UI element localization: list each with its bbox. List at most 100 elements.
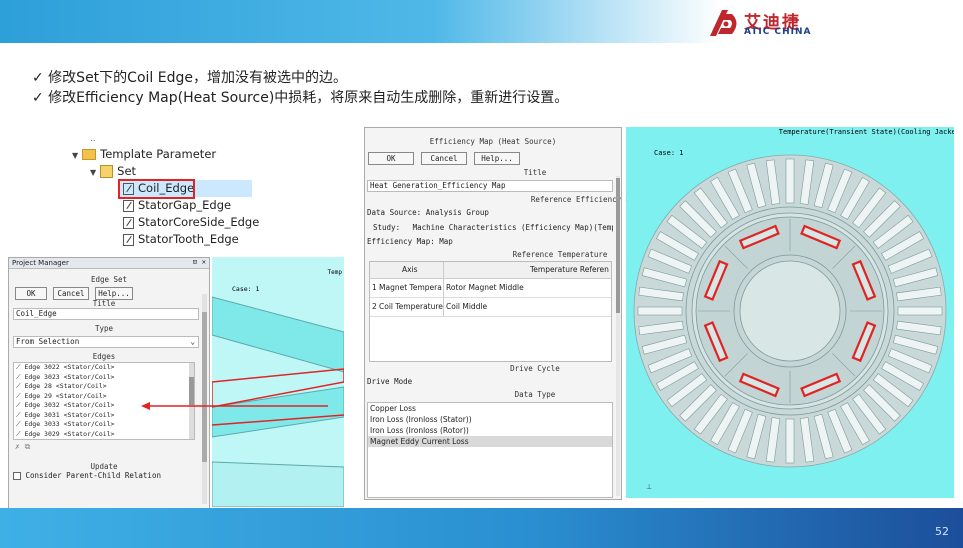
title-section-label: Title xyxy=(92,299,116,308)
list-tool-icons[interactable]: ✗ ⧉ xyxy=(15,442,30,452)
title-field[interactable]: Coil_Edge xyxy=(13,308,199,320)
stator-slot xyxy=(785,158,795,204)
edge-icon xyxy=(123,182,134,195)
tree-node-set[interactable]: ▼ Set xyxy=(90,163,136,180)
chevron-down-icon: ⌄ xyxy=(190,337,195,346)
table-row[interactable]: 1 Magnet Tempera Rotor Magnet Middle xyxy=(370,279,611,298)
stator-slot xyxy=(637,306,683,316)
tree-label: Template Parameter xyxy=(100,147,217,161)
edge-label: Edge 3032 <Stator/Coil> xyxy=(24,401,115,409)
panel-scrollbar[interactable] xyxy=(616,176,620,496)
checkbox-box[interactable] xyxy=(13,472,21,480)
expand-icon: ▼ xyxy=(90,168,97,177)
drive-mode-label: Drive Mode xyxy=(367,377,413,386)
table-header: Axis Temperature Referen xyxy=(370,262,611,279)
edge-icon xyxy=(123,216,134,229)
edge-list-item[interactable]: ⟋ Edge 3033 <Stator/Coil> xyxy=(14,420,194,430)
edge-label: Edge 29 <Stator/Coil> xyxy=(24,391,107,400)
parent-child-checkbox[interactable]: Consider Parent-Child Relation xyxy=(13,471,161,480)
type-select-value: From Selection xyxy=(16,337,80,346)
cancel-button[interactable]: Cancel xyxy=(421,152,467,165)
small-view-corner-label: Temp xyxy=(327,269,342,276)
row-ref[interactable]: Rotor Magnet Middle xyxy=(446,283,524,292)
edge-list-item[interactable]: ⟋ Edge 28 <Stator/Coil> xyxy=(14,382,194,392)
coil-shapes xyxy=(212,296,344,507)
study-row: Study: Machine Characteristics (Efficien… xyxy=(373,223,613,232)
shaft xyxy=(739,260,841,362)
tree-label: StatorCoreSide_Edge xyxy=(138,215,260,229)
edge-label: Edge 3023 <Stator/Coil> xyxy=(24,372,115,381)
type-section-label: Type xyxy=(94,324,114,333)
list-item-selected[interactable]: Magnet Eddy Current Loss xyxy=(368,436,612,447)
tree-label: StatorTooth_Edge xyxy=(138,232,239,246)
tree-ellipsis: .. xyxy=(90,134,96,144)
pin-icon[interactable]: ⊡ xyxy=(193,258,197,266)
edge-list-item[interactable]: ⟋ Edge 3022 <Stator/Coil> xyxy=(14,363,194,373)
data-source-value[interactable]: Analysis Group xyxy=(426,208,489,217)
stator-slot xyxy=(785,418,795,464)
ok-button[interactable]: OK xyxy=(368,152,414,165)
row-index: 2 xyxy=(372,302,377,311)
list-item[interactable]: Iron Loss (Ironloss (Stator)) xyxy=(368,414,612,425)
tree-item-statorgap-edge[interactable]: StatorGap_Edge xyxy=(123,197,231,214)
folder-icon xyxy=(82,149,97,160)
panel-scrollbar-thumb[interactable] xyxy=(202,312,207,462)
edge-set-heading: Edge Set xyxy=(90,275,128,284)
close-icon[interactable]: ✕ xyxy=(202,258,206,266)
data-source-label: Data Source: xyxy=(367,208,422,217)
study-label: Study: xyxy=(373,223,401,232)
edge-label: Edge 3033 <Stator/Coil> xyxy=(24,420,115,428)
row-axis: Magnet Tempera xyxy=(379,283,442,292)
type-select[interactable]: From Selection ⌄ xyxy=(13,336,199,348)
panel-titlebar: Project Manager ⊡ ✕ xyxy=(9,258,209,269)
edges-section-label: Edges xyxy=(92,352,116,361)
edge-list-item[interactable]: ⟋ Edge 3029 <Stator/Coil> xyxy=(14,430,194,440)
update-section-label: Update xyxy=(90,462,118,471)
project-manager-panel: Project Manager ⊡ ✕ Edge Set OK Cancel H… xyxy=(8,257,210,509)
motor-3d-view[interactable]: Temperature(Transient State)(Cooling Jac… xyxy=(626,127,954,498)
tree-item-statortooth-edge[interactable]: StatorTooth_Edge xyxy=(123,231,239,248)
row-ref[interactable]: Coil Middle xyxy=(446,302,487,311)
edge-list-item[interactable]: ⟋ Edge 3023 <Stator/Coil> xyxy=(14,373,194,383)
tree-label: Set xyxy=(117,164,137,178)
logo-text-en: ATIC CHINA xyxy=(744,27,812,37)
col-axis-header: Axis xyxy=(402,265,418,274)
tree-item-coil-edge[interactable]: Coil_Edge xyxy=(118,179,252,199)
bottom-banner: 52 xyxy=(0,508,963,548)
edge-label: Edge 3022 <Stator/Coil> xyxy=(24,363,115,371)
bullet-2: ✓ 修改Efficiency Map(Heat Source)中损耗，将原来自动… xyxy=(32,90,569,106)
list-item[interactable]: Iron Loss (Ironloss (Rotor)) xyxy=(368,425,612,436)
list-item[interactable]: Copper Loss xyxy=(368,403,612,414)
reference-temperature-table[interactable]: Axis Temperature Referen 1 Magnet Temper… xyxy=(369,261,612,362)
company-logo: 艾迪捷 ATIC CHINA xyxy=(708,8,818,40)
page-number: 52 xyxy=(935,525,949,538)
efficiency-map-panel: Efficiency Map (Heat Source) OK Cancel H… xyxy=(364,127,639,500)
motor-cross-section xyxy=(633,154,947,468)
tree-item-statorcoreside-edge[interactable]: StatorCoreSide_Edge xyxy=(123,214,259,231)
help-button[interactable]: Help... xyxy=(474,152,520,165)
data-type-list[interactable]: Copper Loss Iron Loss (Ironloss (Stator)… xyxy=(367,402,613,498)
case-label-small: Case: 1 xyxy=(232,285,260,293)
edge-label: Edge 28 <Stator/Coil> xyxy=(24,382,107,390)
row-axis: Coil Temperature xyxy=(379,302,443,311)
tree-node-template-parameter[interactable]: ▼ Template Parameter xyxy=(72,146,216,163)
edge-icon xyxy=(123,233,134,246)
tree-label: StatorGap_Edge xyxy=(138,198,232,212)
efficiency-panel-title: Efficiency Map (Heat Source) xyxy=(429,137,557,146)
expand-icon: ▼ xyxy=(72,151,79,160)
top-banner xyxy=(0,0,963,43)
edge-label: Edge 3029 <Stator/Coil> xyxy=(24,429,115,438)
coil-graphics-view[interactable]: Case: 1 Temp xyxy=(212,257,344,507)
stator-slot xyxy=(897,306,943,316)
set-icon xyxy=(100,165,114,178)
table-row[interactable]: 2 Coil Temperature Coil Middle xyxy=(370,298,611,317)
efficiency-map-value[interactable]: Map xyxy=(439,237,453,246)
panel-scrollbar-thumb[interactable] xyxy=(616,178,620,313)
column-divider xyxy=(443,262,444,316)
checkbox-label: Consider Parent-Child Relation xyxy=(25,471,161,480)
efficiency-map-label: Efficiency Map: xyxy=(367,237,435,246)
logo-mark-icon xyxy=(710,10,737,36)
title-field[interactable]: Heat Generation_Efficiency Map xyxy=(367,180,613,192)
col-ref-header: Temperature Referen xyxy=(530,265,609,274)
study-value[interactable]: Machine Characteristics (Efficiency Map)… xyxy=(413,223,613,232)
